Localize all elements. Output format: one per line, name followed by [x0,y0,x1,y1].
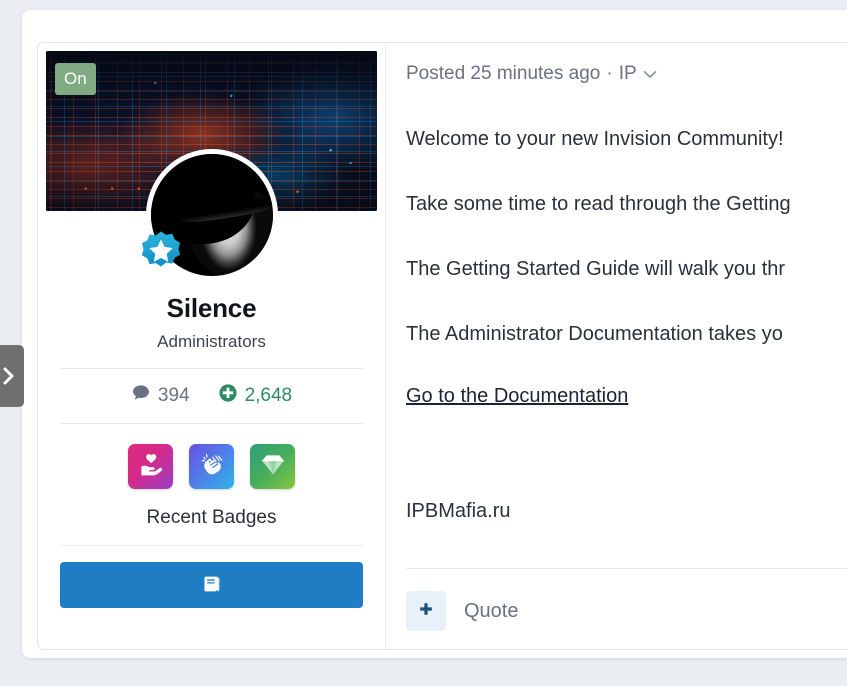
post-paragraph: Welcome to your new Invision Community! [406,128,784,150]
stat-post-value: 394 [157,385,190,406]
badge-gem[interactable] [250,444,295,489]
post-paragraph: The Administrator Documentation takes yo [406,323,783,345]
author-name[interactable]: Silence [38,293,385,324]
recent-badges-list [38,424,385,489]
post-card: On Silence Administrators 394 2,648 Rece… [37,42,847,650]
quote-button[interactable]: Quote [464,600,518,623]
avatar-block[interactable] [141,149,278,281]
author-group: Administrators [157,332,266,351]
plus-circle-icon [218,383,238,409]
post-author-pane: On Silence Administrators 394 2,648 Rece… [38,43,386,649]
post-signature: IPBMafia.ru [406,500,511,522]
online-status-badge: On [55,63,96,95]
author-stats: 394 2,648 [38,369,385,423]
chevron-right-icon [2,366,16,386]
cover-photo-area: On [46,51,377,281]
stat-reputation-value: 2,648 [244,385,293,406]
ip-address-toggle[interactable]: IP [619,63,657,85]
book-icon [200,572,224,599]
divider [60,545,363,546]
post-timestamp[interactable]: Posted 25 minutes ago [406,63,600,85]
gem-icon [260,451,286,482]
recent-badges-caption: Recent Badges [146,507,277,528]
post-meta: Posted 25 minutes ago · IP [406,63,847,85]
heart-in-hand-icon [138,451,164,482]
author-identity: Silence Administrators [38,293,385,352]
ip-label: IP [618,63,637,84]
chevron-down-icon [643,63,657,85]
documentation-link[interactable]: Go to the Documentation [406,385,628,407]
meta-separator: · [606,63,613,84]
post-paragraph: The Getting Started Guide will walk you … [406,258,786,280]
stat-post-count[interactable]: 394 [131,383,190,409]
multiquote-button[interactable] [406,591,446,631]
page-container: On Silence Administrators 394 2,648 Rece… [22,10,847,658]
stat-reputation[interactable]: 2,648 [218,383,293,409]
post-footer: Quote [406,568,847,631]
comment-icon [131,383,151,409]
badge-heart-in-hand[interactable] [128,444,173,489]
clapping-hands-icon [199,451,225,482]
badge-clapping-hands[interactable] [189,444,234,489]
author-notes-button[interactable] [60,562,363,608]
verified-star-badge-icon [138,229,184,275]
sidebar-expand-handle[interactable] [0,345,24,407]
post-paragraph: Take some time to read through the Getti… [406,193,791,215]
post-content: Welcome to your new Invision Community! … [406,125,847,568]
post-body-pane: Posted 25 minutes ago · IP Welcome to yo… [386,43,847,649]
plus-icon [417,601,435,622]
